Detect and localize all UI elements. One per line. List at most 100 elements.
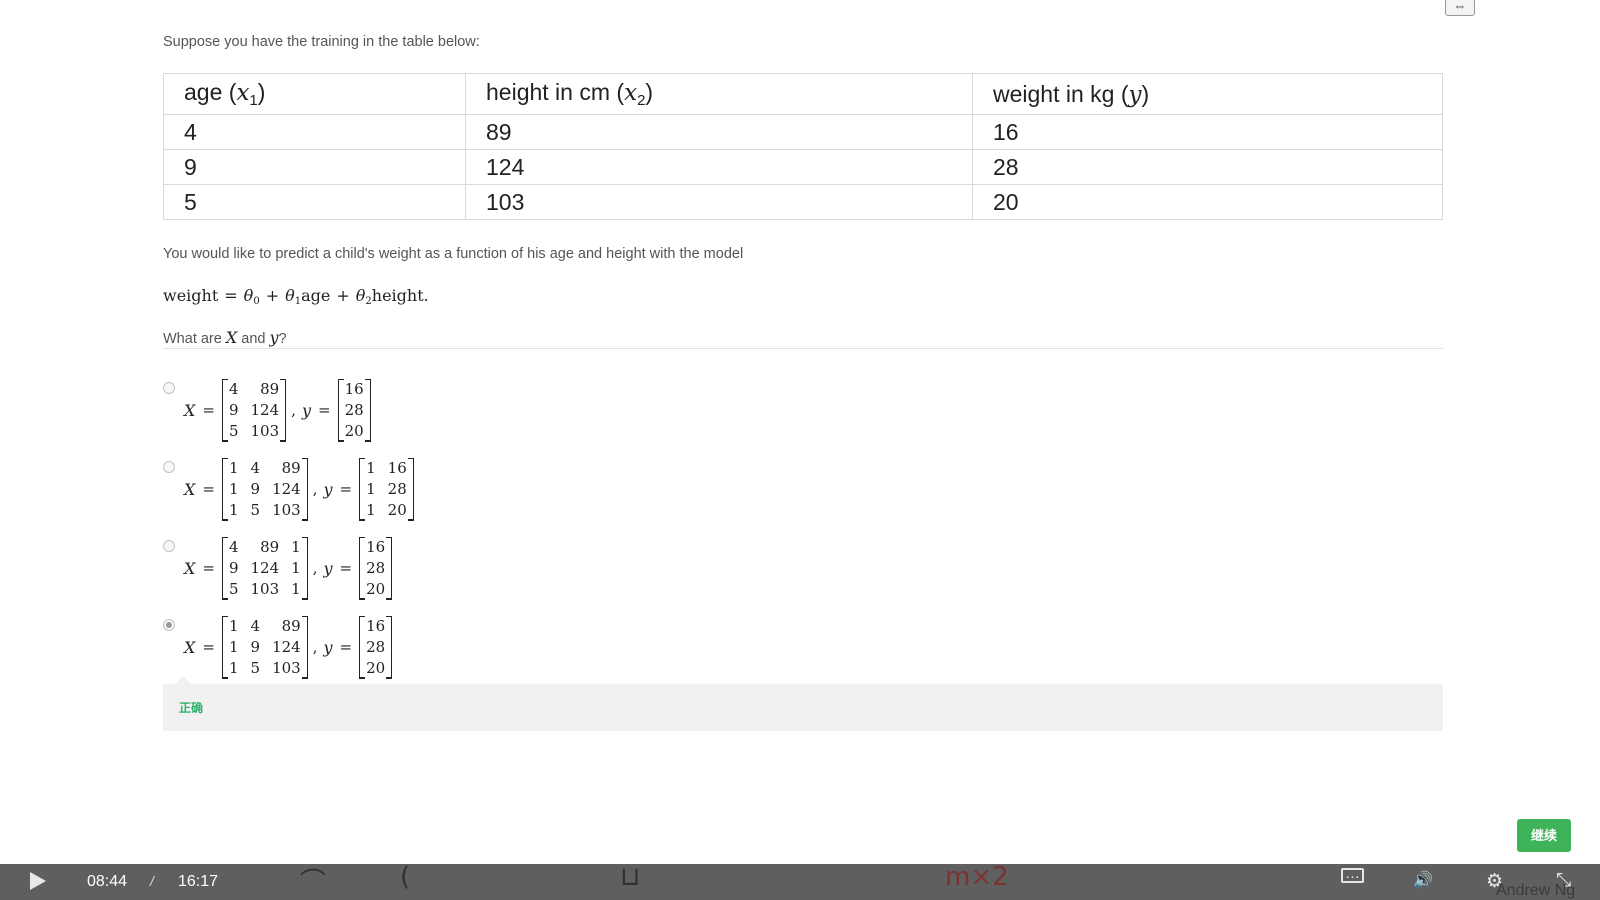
matrix-entry: 124 <box>250 559 280 577</box>
training-data-table: age (x1) height in cm (x2) weight in kg … <box>163 73 1443 220</box>
matrix-entry: 28 <box>366 638 386 656</box>
matrix-entry: 1 <box>291 538 301 556</box>
matrix-y: 16 28 20 <box>359 536 393 600</box>
matrix-entry: 9 <box>250 638 261 656</box>
table-cell: 103 <box>465 184 973 220</box>
resize-arrows-icon: ⇔ <box>1453 0 1467 13</box>
background-writing: ⊔ <box>620 864 641 892</box>
matrix-entry: 1 <box>291 580 301 598</box>
matrix-entry: 1 <box>228 459 239 477</box>
volume-icon[interactable]: 🔊 <box>1413 870 1433 890</box>
matrix-entry: 1 <box>366 459 376 477</box>
background-writing: ⌒ <box>300 868 327 898</box>
matrix-entry: 103 <box>272 659 301 677</box>
table-cell: 5 <box>163 184 466 220</box>
matrix-entry: 89 <box>260 538 280 556</box>
table-cell: 124 <box>465 149 973 185</box>
matrix-entry: 20 <box>387 501 407 519</box>
matrix-entry: 5 <box>250 659 261 677</box>
matrix-x-label: X <box>184 558 196 578</box>
vector-y-label: y <box>301 400 311 420</box>
table-row: 5 103 20 <box>163 184 1443 220</box>
radio-button[interactable] <box>163 461 175 473</box>
vector-y-label: y <box>323 479 333 499</box>
matrix-x: 4 89 9 124 5 103 <box>221 378 287 442</box>
matrix-entry: 124 <box>272 638 301 656</box>
captions-icon[interactable]: … <box>1341 866 1364 883</box>
table-cell: 89 <box>465 114 973 150</box>
model-description: You would like to predict a child's weig… <box>163 246 744 262</box>
table-header-row: age (x1) height in cm (x2) weight in kg … <box>163 73 1443 115</box>
matrix-y: 1 16 1 28 1 20 <box>359 457 414 521</box>
table-cell: 9 <box>163 149 466 185</box>
header-age: age (x1) <box>163 73 466 115</box>
matrix-x: 4 89 1 9 124 1 5 103 1 <box>221 536 308 600</box>
header-weight: weight in kg (y) <box>972 73 1443 115</box>
matrix-x-label: X <box>184 479 196 499</box>
header-height: height in cm (x2) <box>465 73 973 115</box>
radio-button[interactable] <box>163 382 175 394</box>
matrix-entry: 20 <box>366 659 386 677</box>
matrix-entry: 1 <box>228 659 239 677</box>
matrix-entry: 28 <box>387 480 407 498</box>
matrix-entry: 103 <box>272 501 301 519</box>
matrix-entry: 20 <box>344 422 364 440</box>
table-cell: 28 <box>972 149 1443 185</box>
matrix-y: 16 28 20 <box>337 378 371 442</box>
matrix-entry: 1 <box>228 501 239 519</box>
matrix-entry: 4 <box>228 380 239 398</box>
table-cell: 4 <box>163 114 466 150</box>
matrix-entry: 9 <box>250 480 261 498</box>
option-expression: X = 4 89 1 9 124 1 5 103 1, y = 16 28 20 <box>184 536 393 600</box>
table-row: 4 89 16 <box>163 114 1443 150</box>
matrix-entry: 20 <box>366 580 386 598</box>
play-icon[interactable] <box>30 872 46 890</box>
vector-y-label: y <box>323 558 333 578</box>
matrix-entry: 5 <box>250 501 261 519</box>
matrix-x: 1 4 89 1 9 124 1 5 103 <box>221 615 308 679</box>
matrix-entry: 28 <box>344 401 364 419</box>
radio-button[interactable] <box>163 619 175 631</box>
matrix-entry: 89 <box>260 380 280 398</box>
background-writing-center: m×2 <box>945 864 1009 892</box>
watermark-text: Andrew Ng <box>1496 882 1576 899</box>
matrix-entry: 5 <box>228 422 239 440</box>
matrix-entry: 1 <box>228 638 239 656</box>
matrix-entry: 4 <box>250 617 261 635</box>
question-prompt: What are X and y? <box>163 328 287 347</box>
radio-button[interactable] <box>163 540 175 552</box>
matrix-x-label: X <box>184 400 196 420</box>
resize-toggle-button[interactable]: ⇔ <box>1445 0 1475 16</box>
matrix-entry: 9 <box>228 559 239 577</box>
matrix-x-label: X <box>184 637 196 657</box>
question-intro: Suppose you have the training in the tab… <box>163 34 480 50</box>
matrix-entry: 103 <box>250 580 280 598</box>
matrix-entry: 89 <box>281 459 301 477</box>
option-expression: X = 1 4 89 1 9 124 1 5 103, y = 1 16 1 28 1 20 <box>184 457 414 521</box>
matrix-entry: 16 <box>344 380 364 398</box>
matrix-entry: 4 <box>228 538 239 556</box>
matrix-entry: 4 <box>250 459 261 477</box>
background-writing: ( <box>400 864 411 892</box>
divider <box>163 348 1443 349</box>
option-expression: X = 4 89 9 124 5 103, y = 16 28 20 <box>184 378 371 442</box>
matrix-entry: 124 <box>272 480 301 498</box>
matrix-entry: 1 <box>228 480 239 498</box>
matrix-entry: 103 <box>250 422 280 440</box>
matrix-entry: 9 <box>228 401 239 419</box>
option-expression: X = 1 4 89 1 9 124 1 5 103, y = 16 28 20 <box>184 615 393 679</box>
matrix-entry: 5 <box>228 580 239 598</box>
answer-feedback: 正确 <box>163 676 1443 731</box>
matrix-entry: 16 <box>387 459 407 477</box>
matrix-entry: 1 <box>366 501 376 519</box>
table-row: 9 124 28 <box>163 149 1443 185</box>
continue-button[interactable]: 继续 <box>1517 819 1571 852</box>
table-cell: 20 <box>972 184 1443 220</box>
video-player-bar: ⌒ ( ⊔ m×2 08:44 / 16:17 … 🔊 ⚙ ⤡ Andrew N… <box>0 864 1600 900</box>
vector-y-label: y <box>323 637 333 657</box>
matrix-entry: 89 <box>281 617 301 635</box>
matrix-x: 1 4 89 1 9 124 1 5 103 <box>221 457 308 521</box>
matrix-entry: 124 <box>250 401 280 419</box>
duration: 16:17 <box>178 873 219 890</box>
current-time: 08:44 <box>87 873 128 890</box>
